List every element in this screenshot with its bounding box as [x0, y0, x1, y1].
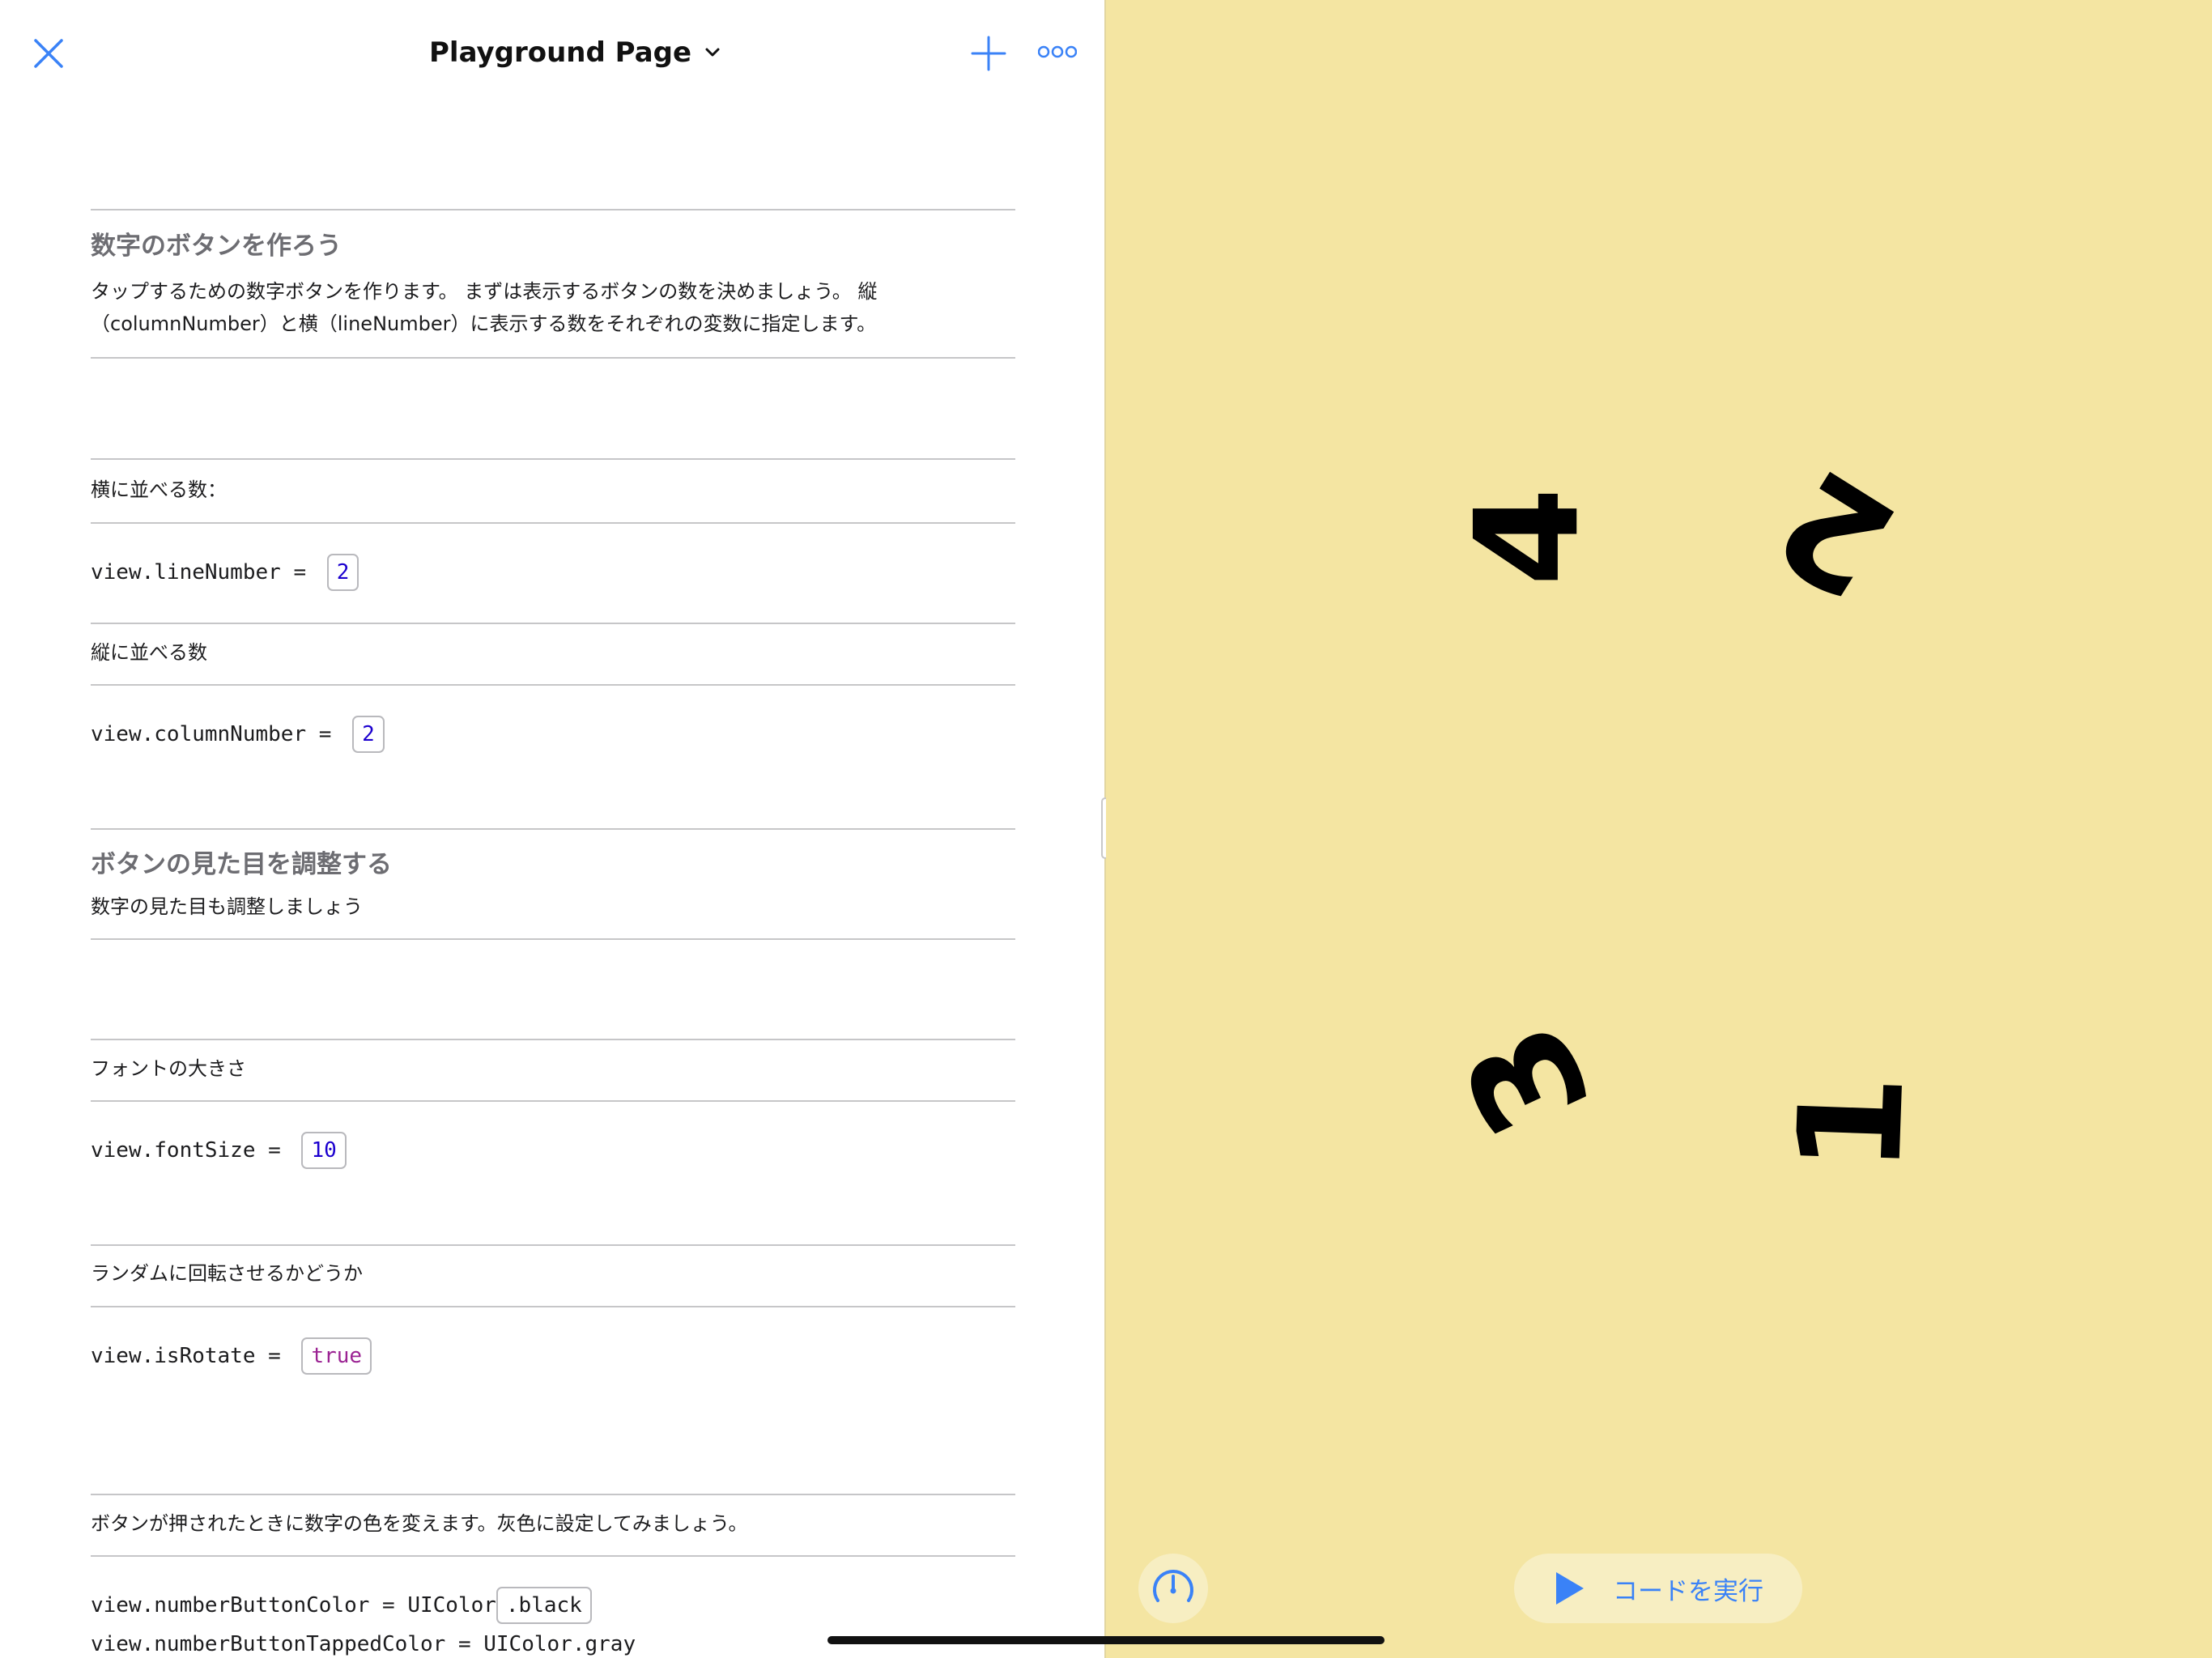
- add-button[interactable]: [969, 34, 1008, 73]
- code-line-columnnumber: view.columnNumber = 2: [91, 716, 385, 753]
- code-editor-pane: Playground Page 数字のボタンを作ろう タップするための数字ボタン…: [0, 0, 1104, 1658]
- number-button-1[interactable]: 1: [1767, 1071, 1936, 1176]
- add-icon: [971, 36, 1006, 71]
- divider: [91, 1100, 1015, 1102]
- is-rotate-value-token[interactable]: true: [301, 1337, 372, 1375]
- code-text: view.numberButtonColor = UIColor: [91, 1593, 496, 1618]
- more-button[interactable]: [1037, 44, 1078, 60]
- divider: [91, 684, 1015, 686]
- comment-line-number: 横に並べる数：: [91, 478, 227, 501]
- run-code-label: コードを実行: [1613, 1576, 1763, 1606]
- live-view: 4 2 3 1: [1106, 0, 2212, 1658]
- chevron-down-icon: [705, 48, 720, 57]
- code-line-number-button-tapped-color: view.numberButtonTappedColor = UIColor.g…: [91, 1632, 636, 1656]
- divider: [91, 1039, 1015, 1040]
- column-number-value-token[interactable]: 2: [352, 716, 385, 753]
- number-button-3[interactable]: 3: [1431, 999, 1624, 1159]
- code-text: view.isRotate =: [91, 1344, 294, 1368]
- step-through-button[interactable]: [1138, 1554, 1208, 1623]
- intro-text-line2: （columnNumber）と横（lineNumber）に表示する数をそれぞれの…: [91, 312, 877, 335]
- code-line-isrotate: view.isRotate = true: [91, 1337, 372, 1375]
- comment-font-size: フォントの大きさ: [91, 1057, 246, 1080]
- divider: [91, 357, 1015, 359]
- divider: [91, 1306, 1015, 1307]
- code-text: view.columnNumber =: [91, 722, 345, 746]
- play-icon: [1556, 1572, 1584, 1605]
- divider: [91, 1555, 1015, 1557]
- divider: [91, 623, 1015, 624]
- code-line-number-button-color: view.numberButtonColor = UIColor .black: [91, 1587, 592, 1624]
- intro-text-line1: タップするための数字ボタンを作ります。 まずは表示するボタンの数を決めましょう。…: [91, 280, 878, 303]
- comment-button-color: ボタンが押されたときに数字の色を変えます。灰色に設定してみましょう。: [91, 1512, 748, 1535]
- close-button[interactable]: [31, 36, 66, 71]
- speedometer-icon: [1153, 1570, 1193, 1602]
- divider: [91, 1494, 1015, 1495]
- line-number-value-token[interactable]: 2: [326, 554, 359, 591]
- button-color-value-token[interactable]: .black: [496, 1587, 592, 1624]
- close-icon: [34, 39, 63, 68]
- divider: [91, 938, 1015, 940]
- more-icon: [1037, 45, 1078, 58]
- page-title-menu[interactable]: Playground Page: [429, 31, 721, 74]
- comment-rotate: ランダムに回転させるかどうか: [91, 1262, 363, 1285]
- divider: [91, 522, 1015, 524]
- comment-column-number: 縦に並べる数: [91, 641, 207, 664]
- run-code-button[interactable]: コードを実行: [1514, 1554, 1802, 1623]
- number-button-4[interactable]: 4: [1444, 487, 1610, 586]
- page-title: Playground Page: [429, 36, 692, 69]
- font-size-value-token[interactable]: 10: [301, 1132, 347, 1169]
- code-text: view.numberButtonTappedColor = UIColor.g…: [91, 1632, 636, 1656]
- divider: [91, 828, 1015, 830]
- code-line-fontsize: view.fontSize = 10: [91, 1132, 347, 1169]
- code-line-linenumber: view.lineNumber = 2: [91, 554, 359, 591]
- divider: [91, 458, 1015, 460]
- code-text: view.lineNumber =: [91, 560, 319, 585]
- section-heading: 数字のボタンを作ろう: [91, 232, 342, 261]
- divider: [91, 1244, 1015, 1246]
- divider: [91, 209, 1015, 210]
- appearance-text: 数字の見た目も調整しましょう: [91, 895, 363, 918]
- number-button-2[interactable]: 2: [1750, 436, 1921, 630]
- section-heading: ボタンの見た目を調整する: [91, 850, 392, 879]
- home-indicator[interactable]: [827, 1636, 1385, 1644]
- code-text: view.fontSize =: [91, 1138, 294, 1163]
